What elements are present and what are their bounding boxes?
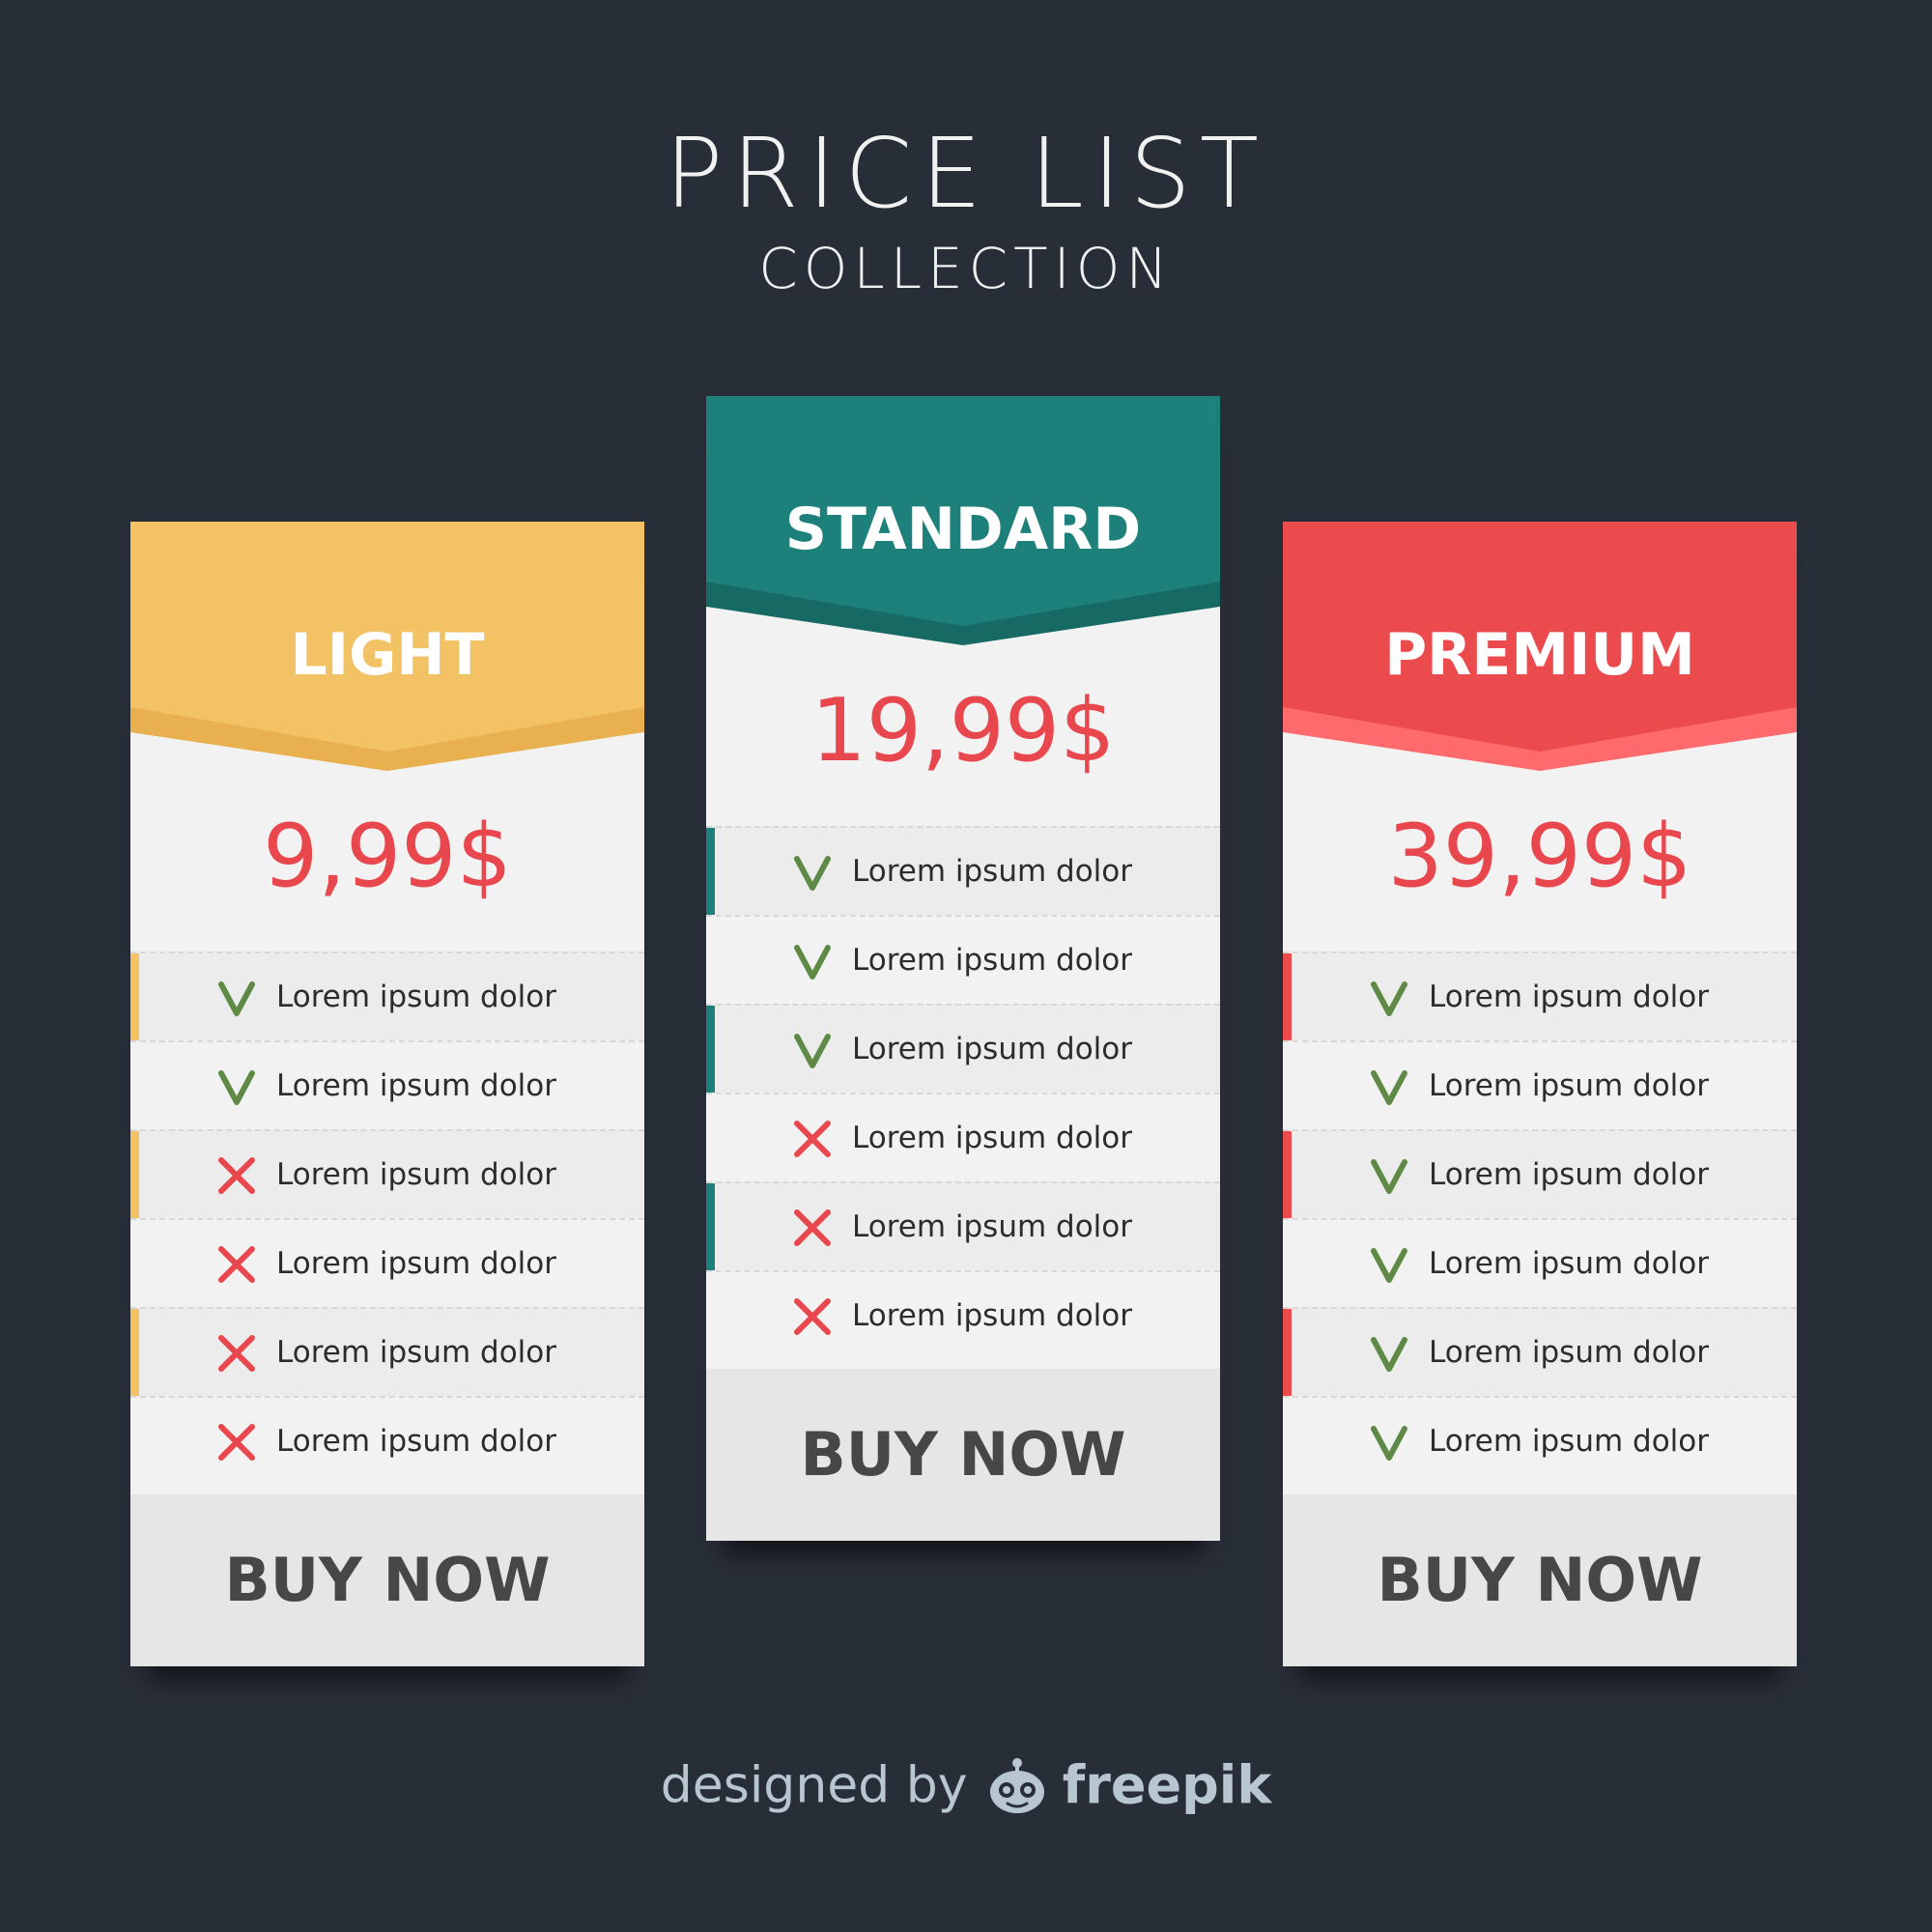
feature-label: Lorem ipsum dolor [1429, 1424, 1709, 1459]
feature-row: Lorem ipsum dolor [130, 1218, 644, 1307]
cross-icon [794, 1121, 831, 1157]
feature-row: Lorem ipsum dolor [1283, 1040, 1797, 1129]
feature-row: Lorem ipsum dolor [706, 826, 1220, 915]
buy-now-button[interactable]: BUY NOW [130, 1494, 644, 1666]
row-accent [1283, 953, 1292, 1040]
cross-icon [218, 1424, 255, 1461]
pricing-card-premium: PREMIUM 39,99$ Lorem ipsum dolor Lorem i… [1283, 522, 1797, 1666]
feature-list: Lorem ipsum dolor Lorem ipsum dolor Lore… [130, 952, 644, 1485]
designed-by-text: designed by [660, 1756, 968, 1815]
cross-icon [218, 1246, 255, 1283]
row-accent [1283, 1309, 1292, 1396]
feature-row: Lorem ipsum dolor [706, 1004, 1220, 1093]
row-accent [130, 1131, 139, 1218]
feature-row: Lorem ipsum dolor [706, 915, 1220, 1004]
checkmark-icon [794, 945, 831, 980]
feature-label: Lorem ipsum dolor [852, 1032, 1132, 1066]
feature-label: Lorem ipsum dolor [276, 1157, 556, 1192]
feature-row: Lorem ipsum dolor [130, 1396, 644, 1485]
checkmark-icon [1371, 1248, 1407, 1283]
checkmark-icon [1371, 1070, 1407, 1105]
row-accent [130, 953, 139, 1040]
freepik-logo-icon [989, 1757, 1044, 1813]
feature-row: Lorem ipsum dolor [130, 1307, 644, 1396]
plan-name: LIGHT [290, 621, 485, 689]
feature-label: Lorem ipsum dolor [276, 1068, 556, 1103]
feature-row: Lorem ipsum dolor [706, 1270, 1220, 1359]
feature-row: Lorem ipsum dolor [130, 952, 644, 1040]
checkmark-icon [218, 1070, 255, 1105]
pricing-card-light: LIGHT 9,99$ Lorem ipsum dolor Lorem ipsu… [130, 522, 644, 1666]
buy-now-button[interactable]: BUY NOW [706, 1369, 1220, 1541]
feature-label: Lorem ipsum dolor [852, 1121, 1132, 1155]
feature-label: Lorem ipsum dolor [852, 943, 1132, 978]
feature-label: Lorem ipsum dolor [276, 1246, 556, 1281]
row-accent [706, 828, 715, 915]
feature-list: Lorem ipsum dolor Lorem ipsum dolor Lore… [1283, 952, 1797, 1485]
checkmark-icon [1371, 981, 1407, 1016]
row-accent [1283, 1131, 1292, 1218]
checkmark-icon [1371, 1337, 1407, 1372]
feature-row: Lorem ipsum dolor [1283, 952, 1797, 1040]
plan-price: 9,99$ [263, 806, 512, 907]
feature-label: Lorem ipsum dolor [852, 854, 1132, 889]
plan-price: 39,99$ [1387, 806, 1692, 907]
feature-row: Lorem ipsum dolor [1283, 1218, 1797, 1307]
brand-name: freepik [1062, 1754, 1272, 1816]
plan-name: PREMIUM [1384, 621, 1695, 689]
feature-label: Lorem ipsum dolor [1429, 980, 1709, 1014]
feature-row: Lorem ipsum dolor [1283, 1129, 1797, 1218]
feature-row: Lorem ipsum dolor [130, 1129, 644, 1218]
checkmark-icon [794, 856, 831, 891]
page-title: PRICE LIST [665, 117, 1267, 230]
feature-row: Lorem ipsum dolor [706, 1181, 1220, 1270]
cross-icon [218, 1157, 255, 1194]
plan-name: STANDARD [784, 496, 1142, 563]
feature-row: Lorem ipsum dolor [1283, 1396, 1797, 1485]
pricing-card-standard: STANDARD 19,99$ Lorem ipsum dolor Lorem … [706, 396, 1220, 1541]
cross-icon [218, 1335, 255, 1372]
feature-label: Lorem ipsum dolor [1429, 1335, 1709, 1370]
feature-label: Lorem ipsum dolor [1429, 1246, 1709, 1281]
cross-icon [794, 1298, 831, 1335]
checkmark-icon [1371, 1426, 1407, 1461]
feature-label: Lorem ipsum dolor [852, 1209, 1132, 1244]
feature-label: Lorem ipsum dolor [852, 1298, 1132, 1333]
checkmark-icon [218, 981, 255, 1016]
cross-icon [794, 1209, 831, 1246]
row-accent [130, 1309, 139, 1396]
page-subtitle: COLLECTION [758, 236, 1174, 301]
credit: designed by freepik [0, 1747, 1932, 1825]
row-accent [706, 1006, 715, 1093]
buy-now-button[interactable]: BUY NOW [1283, 1494, 1797, 1666]
checkmark-icon [794, 1034, 831, 1068]
feature-label: Lorem ipsum dolor [276, 1335, 556, 1370]
row-accent [706, 1183, 715, 1270]
feature-label: Lorem ipsum dolor [1429, 1068, 1709, 1103]
plan-price: 19,99$ [810, 680, 1116, 781]
feature-label: Lorem ipsum dolor [276, 1424, 556, 1459]
feature-list: Lorem ipsum dolor Lorem ipsum dolor Lore… [706, 826, 1220, 1359]
feature-row: Lorem ipsum dolor [130, 1040, 644, 1129]
feature-row: Lorem ipsum dolor [1283, 1307, 1797, 1396]
feature-label: Lorem ipsum dolor [276, 980, 556, 1014]
feature-label: Lorem ipsum dolor [1429, 1157, 1709, 1192]
checkmark-icon [1371, 1159, 1407, 1194]
feature-row: Lorem ipsum dolor [706, 1093, 1220, 1181]
